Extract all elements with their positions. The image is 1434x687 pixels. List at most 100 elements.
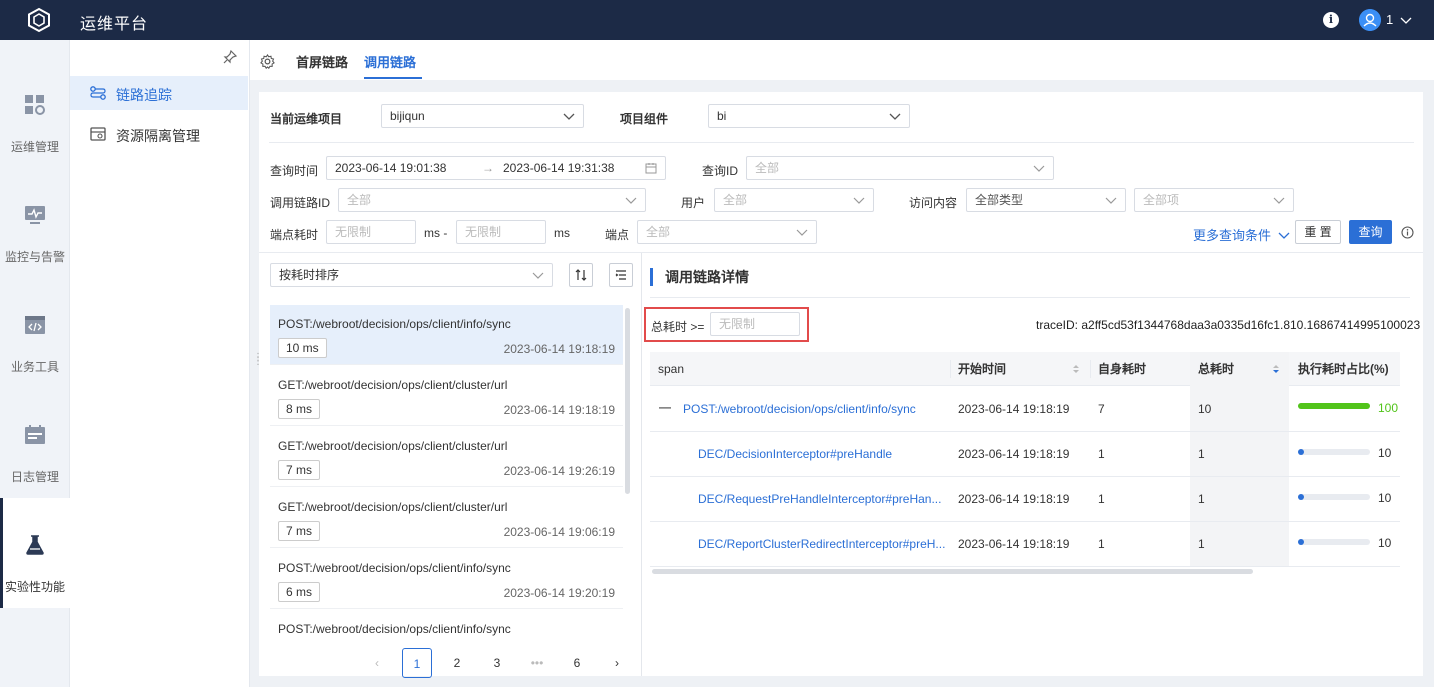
project-select[interactable]: bijiqun — [381, 104, 584, 128]
sort-order-button[interactable] — [569, 263, 593, 287]
avatar[interactable] — [1359, 9, 1381, 31]
self-cost: 1 — [1098, 537, 1105, 551]
visit-item-select[interactable]: 全部项 — [1134, 188, 1294, 212]
start-time: 2023-06-14 19:18:19 — [958, 492, 1070, 506]
list-view-button[interactable] — [609, 263, 633, 287]
help-icon[interactable] — [1401, 226, 1414, 239]
nav-experimental[interactable]: 实验性功能 — [0, 498, 70, 608]
chevron-down-icon — [1273, 197, 1285, 204]
sort-icon — [575, 269, 587, 281]
user-name[interactable]: 1 — [1386, 12, 1393, 27]
cost-max-input[interactable]: 无限制 — [456, 220, 546, 244]
user-placeholder: 全部 — [723, 193, 748, 207]
user-label: 用户 — [681, 196, 706, 210]
trace-icon — [90, 86, 106, 100]
list-item[interactable]: GET:/webroot/decision/ops/client/cluster… — [270, 488, 623, 548]
side-item-resource-isolation[interactable]: 资源隔离管理 — [70, 117, 248, 151]
query-button[interactable]: 查询 — [1349, 220, 1392, 244]
table-row[interactable]: — POST:/webroot/decision/ops/client/info… — [650, 387, 1400, 432]
logo-icon — [28, 7, 50, 33]
start-time: 2023-06-14 19:18:19 — [958, 447, 1070, 461]
list-item-time: 2023-06-14 19:06:19 — [503, 525, 615, 539]
list-item[interactable]: GET:/webroot/decision/ops/client/cluster… — [270, 427, 623, 487]
page-1-button[interactable]: 1 — [402, 648, 432, 678]
trace-id-placeholder: 全部 — [347, 193, 372, 207]
divider — [259, 252, 1423, 253]
chevron-down-icon[interactable] — [1400, 14, 1412, 26]
reset-button[interactable]: 重 置 — [1295, 220, 1341, 244]
span-link[interactable]: DEC/ReportClusterRedirectInterceptor#pre… — [698, 537, 945, 551]
cost-badge: 6 ms — [278, 582, 321, 602]
pin-icon[interactable] — [222, 49, 238, 65]
page-3-button[interactable]: 3 — [482, 648, 512, 678]
page-6-button[interactable]: 6 — [562, 648, 592, 678]
col-separator — [1090, 360, 1091, 378]
nav-business-tools[interactable]: 业务工具 — [0, 278, 70, 388]
list-scrollbar[interactable] — [625, 308, 630, 494]
side-item-trace[interactable]: 链路追踪 — [70, 76, 248, 110]
list-item[interactable]: POST:/webroot/decision/ops/client/info/s… — [270, 549, 623, 609]
table-row[interactable]: DEC/ReportClusterRedirectInterceptor#pre… — [650, 522, 1400, 567]
sort-select[interactable]: 按耗时排序 — [270, 263, 553, 287]
ratio-value: 10 — [1378, 536, 1392, 550]
start-time: 2023-06-14 19:18:19 — [958, 402, 1070, 416]
list-item[interactable]: POST:/webroot/decision/ops/client/info/s… — [270, 305, 623, 365]
side-item-label: 资源隔离管理 — [116, 128, 200, 144]
total-cost-input[interactable]: 无限制 — [710, 312, 800, 336]
panel-splitter[interactable] — [641, 253, 642, 676]
more-conditions-label: 更多查询条件 — [1193, 228, 1272, 243]
time-start[interactable]: 2023-06-14 19:01:38 — [335, 157, 446, 179]
span-link[interactable]: DEC/DecisionInterceptor#preHandle — [698, 447, 892, 461]
total-cost-filter-label: 总耗时 >= — [651, 320, 705, 334]
chevron-down-icon — [1033, 165, 1045, 172]
next-page-button[interactable]: › — [602, 648, 632, 678]
span-link[interactable]: POST:/webroot/decision/ops/client/info/s… — [683, 402, 916, 416]
chevron-down-icon — [625, 197, 637, 204]
col-start-time[interactable]: 开始时间 — [958, 352, 1006, 386]
table-row[interactable]: DEC/DecisionInterceptor#preHandle 2023-0… — [650, 432, 1400, 477]
total-cost: 1 — [1198, 537, 1205, 551]
col-self-cost: 自身耗时 — [1098, 362, 1147, 376]
collapse-icon[interactable]: — — [659, 400, 671, 414]
ratio-bar — [1298, 449, 1370, 455]
time-range-picker[interactable]: 2023-06-14 19:01:38 → 2023-06-14 19:31:3… — [326, 156, 666, 180]
nav-ops-management[interactable]: 运维管理 — [0, 58, 70, 168]
monitor-icon — [25, 206, 45, 224]
drag-handle-icon[interactable]: ⋮ ⋮ — [253, 353, 263, 367]
trace-id-select[interactable]: 全部 — [338, 188, 646, 212]
list-item-time: 2023-06-14 19:20:19 — [503, 586, 615, 600]
nav-monitor-alert[interactable]: 监控与告警 — [0, 168, 70, 278]
user-select[interactable]: 全部 — [714, 188, 874, 212]
sort-caret-icon[interactable] — [1072, 363, 1080, 375]
query-id-select[interactable]: 全部 — [746, 156, 1054, 180]
list-item[interactable]: POST:/webroot/decision/ops/client/info/s… — [270, 610, 623, 644]
tab-first-screen[interactable]: 首屏链路 — [296, 52, 348, 71]
table-h-scrollbar[interactable] — [652, 569, 1253, 574]
page-2-button[interactable]: 2 — [442, 648, 472, 678]
self-cost: 1 — [1098, 492, 1105, 506]
col-total-cost[interactable]: 总耗时 — [1198, 352, 1234, 386]
ratio-bar-fill — [1298, 494, 1304, 500]
more-conditions-link[interactable]: 更多查询条件 — [1193, 225, 1290, 244]
tab-bar — [250, 40, 1434, 80]
component-select[interactable]: bi — [708, 104, 910, 128]
trace-id-label: 调用链路ID — [270, 196, 331, 210]
span-link[interactable]: DEC/RequestPreHandleInterceptor#preHan..… — [698, 492, 941, 506]
nav-log-management[interactable]: 日志管理 — [0, 388, 70, 498]
gear-icon[interactable] — [260, 54, 275, 69]
cost-min-input[interactable]: 无限制 — [326, 220, 416, 244]
ratio-bar — [1298, 539, 1370, 545]
detail-title: 调用链路详情 — [650, 268, 749, 286]
sort-caret-icon[interactable] — [1272, 363, 1280, 375]
prev-page-button[interactable]: ‹ — [362, 648, 392, 678]
tab-call-chain[interactable]: 调用链路 — [364, 52, 416, 71]
endpoint-select[interactable]: 全部 — [637, 220, 817, 244]
chevron-down-icon — [889, 113, 901, 120]
table-row[interactable]: DEC/RequestPreHandleInterceptor#preHan..… — [650, 477, 1400, 522]
page-ellipsis[interactable]: ••• — [522, 648, 552, 678]
time-end[interactable]: 2023-06-14 19:31:38 — [503, 157, 614, 179]
info-icon[interactable]: i — [1323, 12, 1339, 28]
visit-type-select[interactable]: 全部类型 — [966, 188, 1126, 212]
app-title: 运维平台 — [80, 16, 149, 33]
list-item[interactable]: GET:/webroot/decision/ops/client/cluster… — [270, 366, 623, 426]
